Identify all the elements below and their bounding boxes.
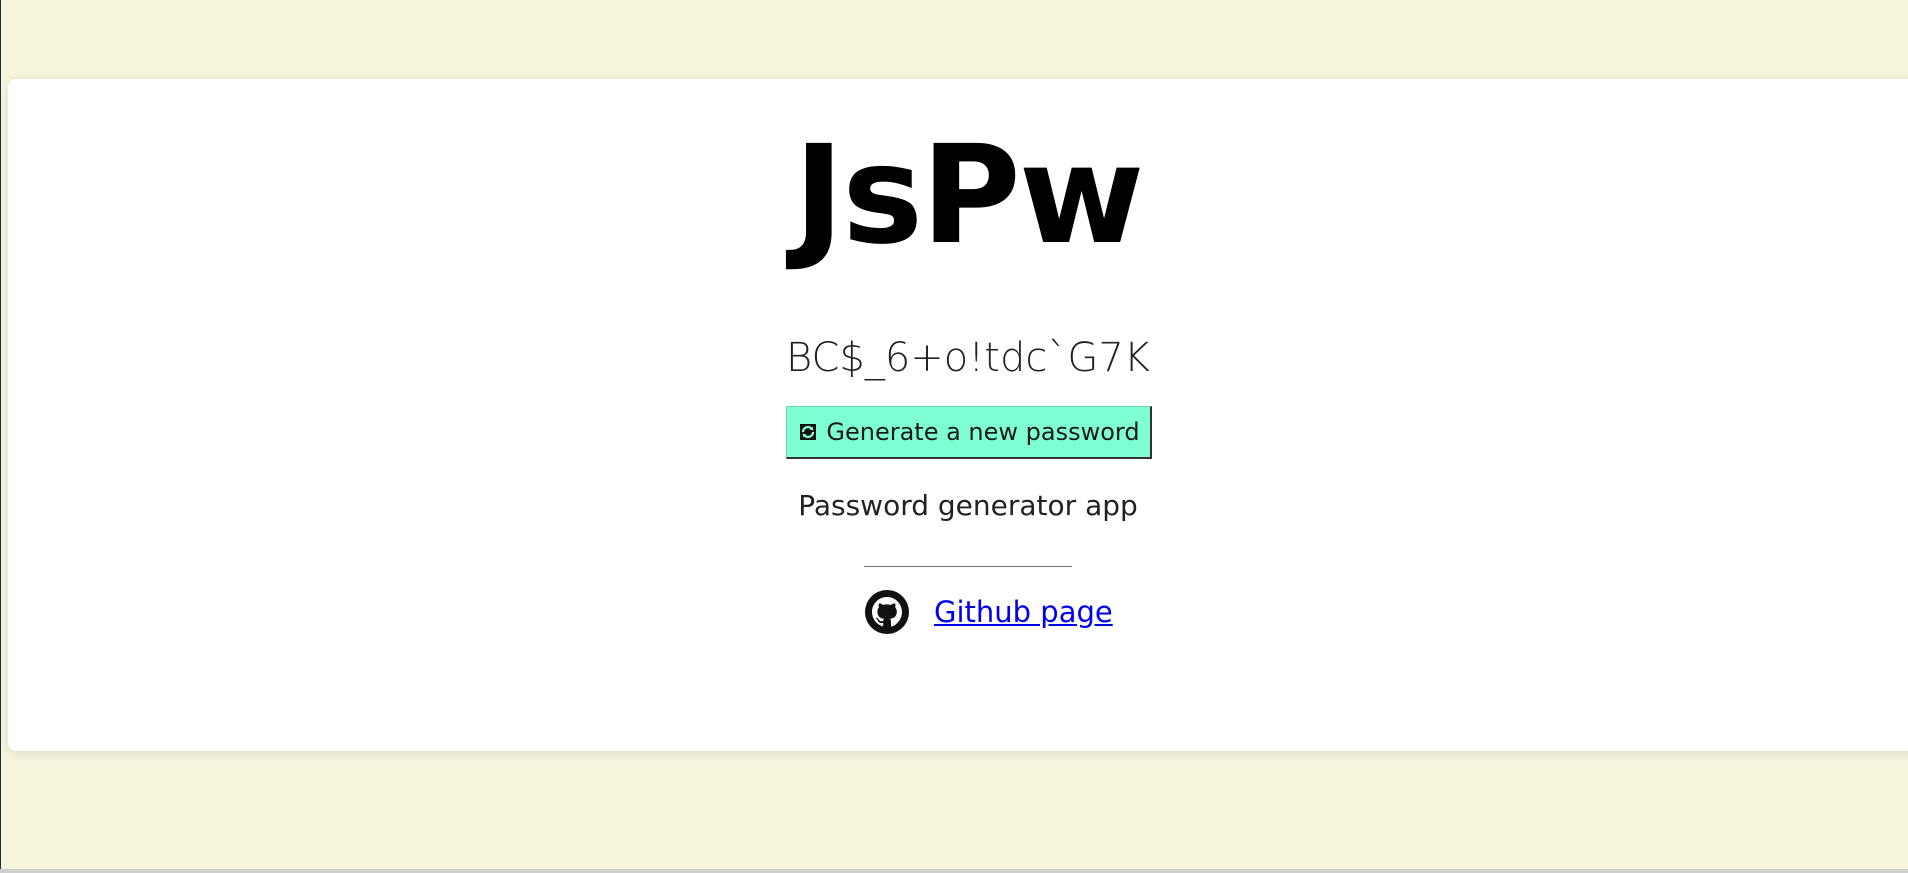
github-icon[interactable]	[864, 589, 910, 635]
page-bottom-border	[0, 869, 1908, 873]
refresh-icon	[797, 421, 819, 443]
generate-password-button[interactable]: Generate a new password	[786, 406, 1152, 459]
generate-password-label: Generate a new password	[826, 418, 1140, 446]
app-subtitle: Password generator app	[798, 489, 1138, 522]
github-row: Github page	[864, 587, 1124, 637]
divider-line	[864, 566, 1072, 567]
generated-password: BC$_6+o!tdc`G7K	[785, 335, 1151, 381]
github-page-link[interactable]: Github page	[934, 595, 1113, 629]
app-title: JsPw	[793, 117, 1145, 275]
page-left-border	[0, 0, 1, 873]
main-card: JsPw BC$_6+o!tdc`G7K Generate a new pass…	[8, 79, 1908, 751]
